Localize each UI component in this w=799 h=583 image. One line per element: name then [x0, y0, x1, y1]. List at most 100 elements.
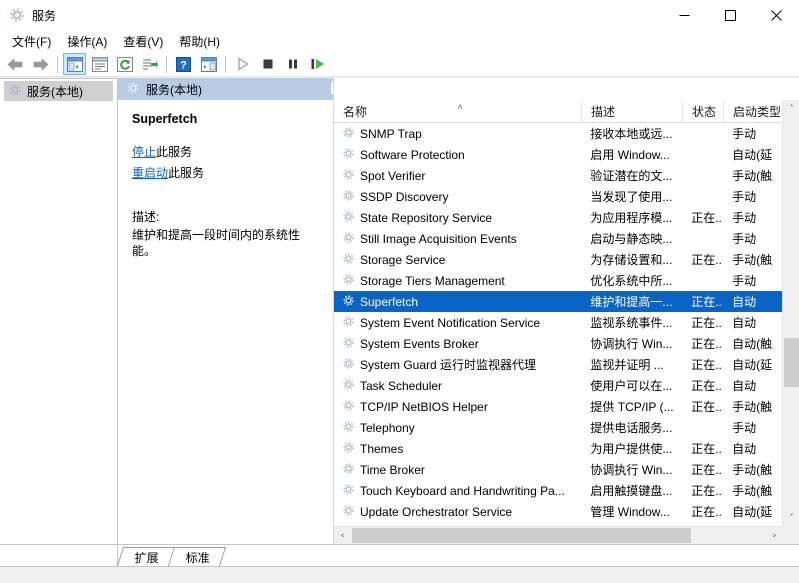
- cell-description: 优化系统中所...: [590, 274, 673, 288]
- services-gear-icon: [8, 6, 26, 24]
- toolbar: ?: [0, 52, 799, 77]
- service-name-label: Task Scheduler: [360, 378, 443, 393]
- column-header-label: 启动类型: [733, 105, 782, 119]
- refresh-icon[interactable]: [113, 53, 136, 75]
- cell-service-name: Superfetch: [334, 294, 581, 310]
- service-gear-icon: [342, 378, 355, 394]
- pause-service-icon[interactable]: [281, 53, 304, 75]
- show-hide-console-tree-icon[interactable]: [63, 53, 86, 75]
- cell-service-name: Software Protection: [334, 147, 581, 163]
- service-name-label: Time Broker: [360, 462, 425, 477]
- column-header-2[interactable]: 状态: [683, 100, 724, 123]
- minimize-button[interactable]: [661, 0, 707, 30]
- service-gear-icon: [342, 252, 355, 268]
- table-row[interactable]: TCP/IP NetBIOS Helper 提供 TCP/IP (... 正在...…: [334, 396, 783, 417]
- window-title: 服务: [32, 8, 57, 23]
- service-name-label: Themes: [360, 441, 404, 456]
- service-gear-icon: [342, 210, 355, 226]
- detail-pane-title: 服务(本地): [146, 82, 202, 97]
- start-service-icon[interactable]: [231, 53, 254, 75]
- table-row[interactable]: State Repository Service 为应用程序模... 正在... 手动: [334, 207, 783, 228]
- export-list-icon[interactable]: [138, 53, 161, 75]
- service-name-label: Update Orchestrator Service: [360, 504, 513, 519]
- scroll-up-icon[interactable]: ˄: [783, 100, 799, 117]
- table-row[interactable]: Time Broker 协调执行 Win... 正在... 手动(触: [334, 459, 783, 480]
- table-row[interactable]: System Event Notification Service 监视系统事件.…: [334, 312, 783, 333]
- service-name-label: System Events Broker: [360, 336, 479, 351]
- table-row[interactable]: Themes 为用户提供使... 正在... 自动: [334, 438, 783, 459]
- show-action-pane-icon[interactable]: [197, 53, 220, 75]
- sidebar-item-services-local[interactable]: 服务(本地): [4, 81, 113, 101]
- scroll-left-icon[interactable]: ‹: [334, 527, 351, 544]
- table-row[interactable]: SSDP Discovery 当发现了使用... 手动: [334, 186, 783, 207]
- menu-file[interactable]: 文件(F): [4, 31, 59, 52]
- service-gear-icon: [342, 420, 355, 436]
- cell-description: 启用触摸键盘...: [590, 484, 673, 498]
- table-row[interactable]: Storage Tiers Management 优化系统中所... 手动: [334, 270, 783, 291]
- cell-startup-type: 自动: [732, 442, 757, 456]
- stop-this-service-link[interactable]: 停止: [132, 145, 156, 159]
- table-row[interactable]: Telephony 提供电话服务... 手动: [334, 417, 783, 438]
- description-label: 描述:: [132, 210, 160, 224]
- service-gear-icon: [342, 168, 355, 184]
- cell-service-name: Time Broker: [334, 462, 581, 478]
- column-header-3[interactable]: 启动类型: [724, 100, 784, 123]
- cell-status: 正在...: [691, 253, 724, 267]
- cell-service-name: Touch Keyboard and Handwriting Pa...: [334, 483, 581, 499]
- service-gear-icon: [342, 357, 355, 373]
- vertical-scroll-thumb[interactable]: [784, 338, 799, 387]
- back-arrow-icon[interactable]: [4, 53, 27, 75]
- console-tree-pane: 服务(本地): [0, 78, 118, 544]
- table-row[interactable]: Update Orchestrator Service 管理 Window... 正…: [334, 501, 783, 522]
- horizontal-scroll-thumb[interactable]: [352, 528, 691, 543]
- maximize-button[interactable]: [707, 0, 753, 30]
- cell-status: 正在...: [691, 295, 724, 309]
- stop-service-icon[interactable]: [256, 53, 279, 75]
- list-vertical-scrollbar[interactable]: ˄ ˅: [782, 100, 799, 544]
- menu-action[interactable]: 操作(A): [59, 31, 115, 52]
- cell-description: 启动与静态映...: [590, 232, 673, 246]
- restart-service-icon[interactable]: [306, 53, 329, 75]
- mmc-tab-strip: 扩展 标准: [116, 544, 799, 566]
- table-row[interactable]: Superfetch 维护和提高一... 正在... 自动: [334, 291, 783, 312]
- scroll-right-icon[interactable]: ›: [766, 527, 783, 544]
- table-row[interactable]: Spot Verifier 验证潜在的文... 手动(触: [334, 165, 783, 186]
- table-row[interactable]: Software Protection 启用 Window... 自动(延: [334, 144, 783, 165]
- tabstrip-left-filler: [0, 544, 118, 566]
- table-row[interactable]: System Guard 运行时监视器代理 监视并证明 ... 正在... 自动(延: [334, 354, 783, 375]
- service-gear-icon: [342, 294, 355, 310]
- close-button[interactable]: [753, 0, 799, 30]
- menu-help[interactable]: 帮助(H): [171, 31, 228, 52]
- table-row[interactable]: Storage Service 为存储设置和... 正在... 手动(触: [334, 249, 783, 270]
- cell-description: 监视并证明 ...: [590, 358, 664, 372]
- tab-extended-label: 扩展: [134, 550, 159, 565]
- menu-view[interactable]: 查看(V): [115, 31, 171, 52]
- cell-status: 正在...: [691, 484, 724, 498]
- tab-standard[interactable]: 标准: [168, 547, 227, 566]
- column-header-0[interactable]: 名称 ˄: [334, 100, 582, 123]
- service-name-label: TCP/IP NetBIOS Helper: [360, 399, 488, 414]
- cell-description: 为用户提供使...: [590, 442, 673, 456]
- restart-this-service-link[interactable]: 重启动: [132, 166, 168, 180]
- forward-arrow-icon[interactable]: [29, 53, 52, 75]
- service-gear-icon: [342, 126, 355, 142]
- cell-startup-type: 手动(触: [732, 463, 773, 477]
- table-row[interactable]: Still Image Acquisition Events 启动与静态映... 手…: [334, 228, 783, 249]
- properties-icon[interactable]: [88, 53, 111, 75]
- scroll-down-icon[interactable]: ˅: [783, 509, 799, 526]
- list-horizontal-scrollbar[interactable]: ‹ ›: [334, 526, 799, 544]
- tab-extended[interactable]: 扩展: [116, 547, 176, 566]
- cell-service-name: Update Orchestrator Service: [334, 504, 581, 520]
- help-icon[interactable]: ?: [172, 53, 195, 75]
- detail-pane-body: Superfetch 停止此服务 重启动此服务 描述: 维护和提高一段时间内的系…: [118, 100, 333, 259]
- cell-description: 为应用程序模...: [590, 211, 673, 225]
- cell-startup-type: 手动(触: [732, 400, 773, 414]
- cell-status: 正在...: [691, 463, 724, 477]
- table-row[interactable]: Touch Keyboard and Handwriting Pa... 启用触摸…: [334, 480, 783, 501]
- table-row[interactable]: System Events Broker 协调执行 Win... 正在... 自动(触: [334, 333, 783, 354]
- cell-startup-type: 自动: [732, 379, 757, 393]
- table-row[interactable]: Task Scheduler 使用户可以在... 正在... 自动: [334, 375, 783, 396]
- column-header-1[interactable]: 描述: [582, 100, 683, 123]
- table-row[interactable]: SNMP Trap 接收本地或远... 手动: [334, 123, 783, 144]
- cell-service-name: Storage Tiers Management: [334, 273, 581, 289]
